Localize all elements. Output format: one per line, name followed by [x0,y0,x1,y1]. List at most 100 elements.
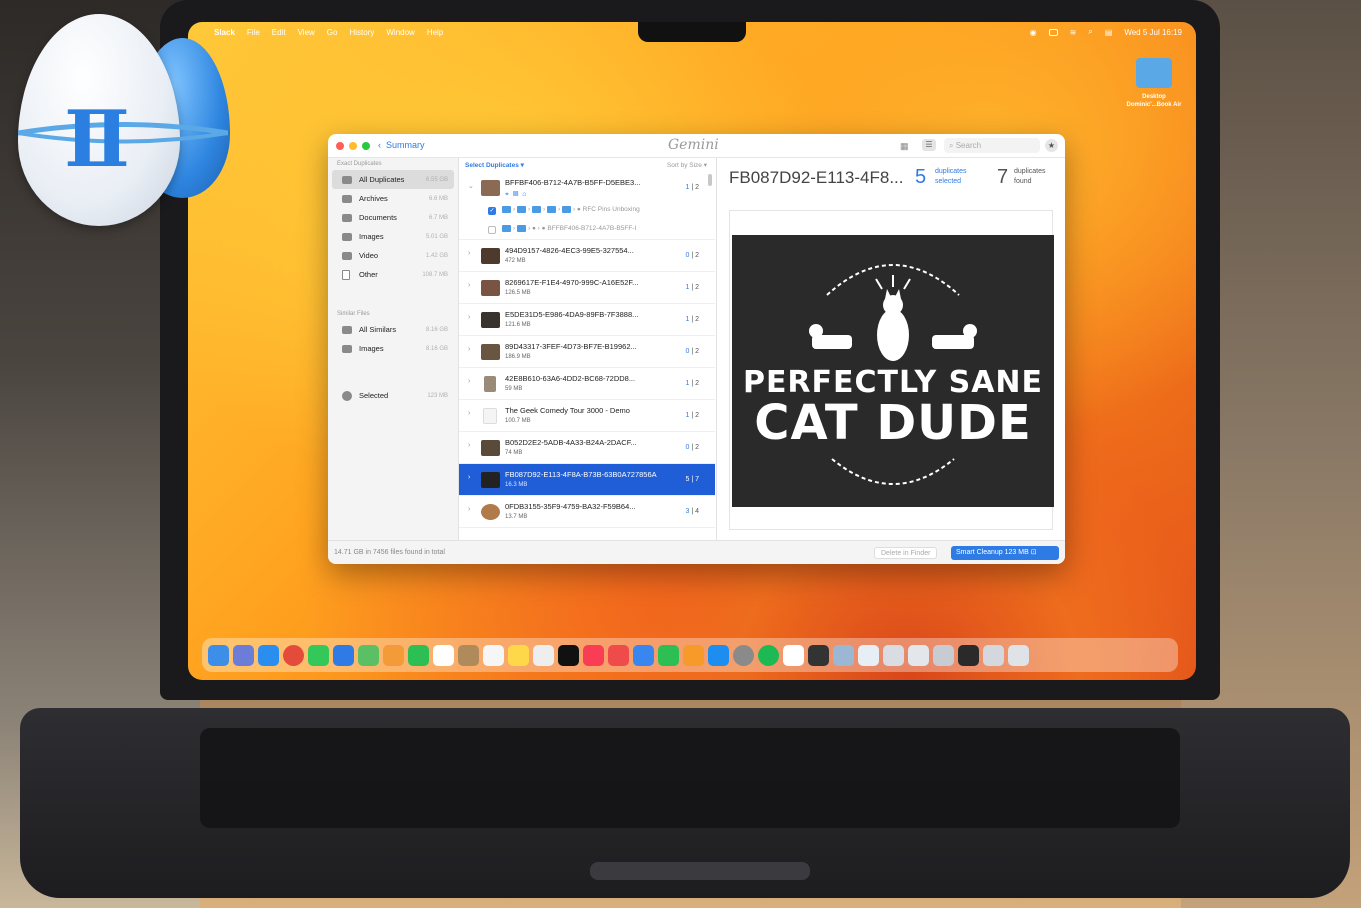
notes-icon[interactable] [508,644,529,666]
spotlight-icon[interactable]: ⌕ [1088,27,1092,37]
chevron-right-icon[interactable]: › [468,314,470,321]
maps-icon[interactable] [358,644,379,666]
chrome-icon[interactable] [283,644,304,666]
slack-icon[interactable] [783,644,804,666]
checkbox-unchecked[interactable] [488,226,496,234]
app-store-icon[interactable] [708,644,729,666]
list-item-selected[interactable]: › FB087D92-E113-4F8A-B73B-63B0A727856A 1… [459,464,715,496]
close-button[interactable] [336,142,344,150]
zoom-button[interactable] [362,142,370,150]
music-icon[interactable] [583,644,604,666]
control-center-icon[interactable]: ▤ [1105,28,1113,37]
calculator-icon[interactable] [808,644,829,666]
documents-stack-icon[interactable] [908,644,929,666]
list-item[interactable]: ⌄ BFFBF406-B712-4A7B-B5FF-D5EBE3... ⌖▤⌂ … [459,172,715,202]
sidebar-item-other[interactable]: Other 108.7 MB [332,265,454,284]
chevron-right-icon[interactable]: › [468,346,470,353]
select-duplicates-dropdown[interactable]: Select Duplicates ▾ [465,161,524,169]
gemini-icon[interactable] [858,644,879,666]
downloads-icon[interactable] [883,644,904,666]
sidebar-item-selected[interactable]: Selected 123 MB [332,386,454,405]
menu-go[interactable]: Go [327,28,338,37]
reminders-icon[interactable] [483,644,504,666]
duplicate-path-row[interactable]: › › ● › ● BFFBF406-B712-4A7B-B5FF-I [459,221,715,240]
chevron-right-icon[interactable]: › [468,282,470,289]
sidebar-item-archives[interactable]: Archives 6.6 MB [332,189,454,208]
system-settings-icon[interactable] [733,644,754,666]
calendar-icon[interactable] [433,644,454,666]
finder-icon[interactable] [208,644,229,666]
battery-icon[interactable] [1048,28,1058,36]
chevron-right-icon[interactable]: › [468,474,470,481]
chevron-right-icon[interactable]: › [468,506,470,513]
list-item[interactable]: › 42E8B610-63A6-4DD2-BC68-72DD8... 59 MB… [459,368,715,400]
sidebar-item-documents[interactable]: Documents 6.7 MB [332,208,454,227]
menu-history[interactable]: History [349,28,374,37]
menu-file[interactable]: File [247,28,260,37]
facetime-icon[interactable] [408,644,429,666]
list-item[interactable]: › 494D9157-4826-4EC3-99E5-327554... 472 … [459,240,715,272]
list-view-icon[interactable]: ☰ [922,139,936,151]
freeform-icon[interactable] [533,644,554,666]
chevron-down-icon[interactable]: ⌄ [468,182,474,190]
list-item[interactable]: › The Geek Comedy Tour 3000 - Demo 100.7… [459,400,715,432]
mail-icon[interactable] [333,644,354,666]
minimize-button[interactable] [349,142,357,150]
status-bar: 14.71 GB in 7456 files found in total De… [328,540,1065,564]
list-item[interactable]: › 8269617E-F1E4-4970-999C-A16E52F... 126… [459,272,715,304]
sort-dropdown[interactable]: Sort by Size ▾ [667,161,707,169]
search-input[interactable]: ⌕ Search [944,138,1040,153]
menubar-clock[interactable]: Wed 5 Jul 16:19 [1124,28,1182,37]
duplicate-path-row[interactable]: ✓ › › › › › ● RFC Pins Unboxing [459,202,715,221]
sidebar-item-all-similars[interactable]: All Similars 8.16 GB [332,320,454,339]
sidebar-item-similar-images[interactable]: Images 8.16 GB [332,339,454,358]
sidebar-item-all-duplicates[interactable]: All Duplicates 6.55 GB [332,170,454,189]
keynote-icon[interactable] [633,644,654,666]
menu-window[interactable]: Window [386,28,414,37]
screenshot-stack-icon[interactable] [933,644,954,666]
menu-help[interactable]: Help [427,28,443,37]
tv-icon[interactable] [558,644,579,666]
wifi-icon[interactable]: ≋ [1070,28,1077,37]
folder-stack-icon[interactable] [983,644,1004,666]
sidebar-item-size: 6.6 MB [428,195,448,202]
menu-edit[interactable]: Edit [272,28,286,37]
star-icon[interactable]: ★ [1045,139,1058,152]
numbers-icon[interactable] [658,644,679,666]
messages-icon[interactable] [308,644,329,666]
contacts-icon[interactable] [458,644,479,666]
focus-icon[interactable]: ◉ [1030,28,1037,37]
trash-icon[interactable] [1008,644,1029,666]
folder-icon[interactable] [1136,58,1172,88]
news-icon[interactable] [608,644,629,666]
smart-cleanup-button[interactable]: Smart Cleanup 123 MB ⊡ [951,546,1059,560]
list-item[interactable]: › B052D2E2-5ADB-4A33-B24A-2DACF... 74 MB… [459,432,715,464]
file-action-icons[interactable]: ⌖▤⌂ [505,191,531,199]
menu-app[interactable]: Slack [214,28,235,37]
preview-icon[interactable] [833,644,854,666]
list-item[interactable]: › 0FDB3155-35F9-4759-BA32-F59B64... 13.7… [459,496,715,528]
grid-view-icon[interactable]: ▦ [900,141,909,152]
checkbox-checked[interactable]: ✓ [488,207,496,215]
chevron-right-icon[interactable]: › [468,250,470,257]
pages-icon[interactable] [683,644,704,666]
sidebar-item-video[interactable]: Video 1.42 GB [332,246,454,265]
spotify-icon[interactable] [758,644,779,666]
chevron-right-icon[interactable]: › [468,442,470,449]
menu-view[interactable]: View [298,28,315,37]
chevron-right-icon[interactable]: › [468,410,470,417]
photos-icon[interactable] [383,644,404,666]
list-item[interactable]: › E5DE31D5-E986-4DA9-89FB-7F3888... 121.… [459,304,715,336]
sidebar-item-images[interactable]: Images 5.01 GB [332,227,454,246]
delete-in-finder-button[interactable]: Delete in Finder [874,547,938,559]
desktop-folder-label[interactable]: Desktop Dominic'...Book Air [1112,93,1196,109]
file-name: 8269617E-F1E4-4970-999C-A16E52F... [505,278,639,287]
safari-icon[interactable] [258,644,279,666]
image-stack-icon[interactable] [958,644,979,666]
list-item[interactable]: › 89D43317-3FEF-4D73-BF7E-B19962... 186.… [459,336,715,368]
back-button[interactable]: ‹ Summary [378,140,425,150]
chevron-right-icon[interactable]: › [468,378,470,385]
launchpad-icon[interactable] [233,644,254,666]
sidebar-item-label: Documents [359,213,397,222]
preview-image[interactable]: PERFECTLY SANE CAT DUDE [732,235,1054,507]
